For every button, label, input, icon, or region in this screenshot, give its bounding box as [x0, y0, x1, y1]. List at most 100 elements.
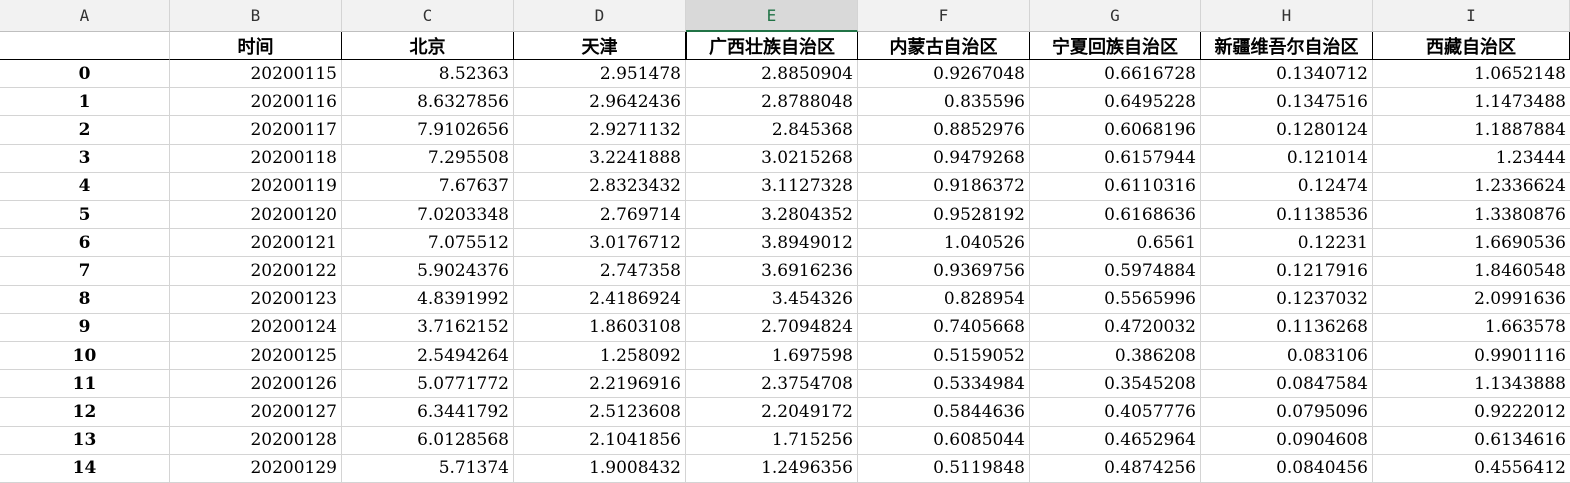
table-cell[interactable]: 5.71374: [342, 454, 514, 483]
table-cell[interactable]: 2.9271132: [514, 116, 686, 145]
table-cell[interactable]: 0.8852976: [858, 116, 1030, 145]
row-index-cell[interactable]: 13: [0, 426, 170, 455]
header-cell[interactable]: 时间: [170, 32, 342, 60]
column-header-a[interactable]: A: [0, 0, 170, 32]
table-cell[interactable]: 2.845368: [686, 116, 858, 145]
table-cell[interactable]: 7.0203348: [342, 201, 514, 230]
table-cell[interactable]: 0.0847584: [1201, 370, 1373, 399]
table-cell[interactable]: 20200122: [170, 257, 342, 286]
table-cell[interactable]: 3.6916236: [686, 257, 858, 286]
table-cell[interactable]: 0.828954: [858, 285, 1030, 314]
table-cell[interactable]: 0.4652964: [1030, 426, 1201, 455]
table-cell[interactable]: 0.835596: [858, 88, 1030, 117]
table-cell[interactable]: 0.6134616: [1373, 427, 1570, 455]
table-cell[interactable]: 1.8603108: [514, 313, 686, 342]
row-index-cell[interactable]: 6: [0, 229, 170, 258]
table-cell[interactable]: 6.0128568: [342, 426, 514, 455]
row-index-cell[interactable]: 2: [0, 116, 170, 145]
row-index-cell[interactable]: 7: [0, 257, 170, 286]
table-cell[interactable]: 0.9186372: [858, 172, 1030, 201]
table-cell[interactable]: 3.0176712: [514, 229, 686, 258]
row-index-cell[interactable]: 10: [0, 342, 170, 371]
table-cell[interactable]: 0.5974884: [1030, 257, 1201, 286]
column-header-g[interactable]: G: [1030, 0, 1201, 32]
table-cell[interactable]: 6.3441792: [342, 398, 514, 427]
table-cell[interactable]: 1.258092: [514, 342, 686, 371]
table-cell[interactable]: 0.9479268: [858, 144, 1030, 173]
table-cell[interactable]: 1.663578: [1373, 314, 1570, 342]
table-cell[interactable]: 0.1217916: [1201, 257, 1373, 286]
table-cell[interactable]: 2.2049172: [686, 398, 858, 427]
table-cell[interactable]: 0.4556412: [1373, 455, 1570, 483]
table-cell[interactable]: 1.715256: [686, 426, 858, 455]
table-cell[interactable]: 0.6085044: [858, 426, 1030, 455]
column-header-e[interactable]: E: [686, 0, 858, 32]
table-cell[interactable]: 3.8949012: [686, 229, 858, 258]
header-cell[interactable]: [0, 32, 170, 60]
table-cell[interactable]: 0.9267048: [858, 60, 1030, 89]
table-cell[interactable]: 0.1237032: [1201, 285, 1373, 314]
table-cell[interactable]: 2.951478: [514, 60, 686, 89]
table-cell[interactable]: 0.6157944: [1030, 144, 1201, 173]
table-cell[interactable]: 0.6068196: [1030, 116, 1201, 145]
table-cell[interactable]: 2.769714: [514, 201, 686, 230]
table-cell[interactable]: 2.8323432: [514, 172, 686, 201]
table-cell[interactable]: 1.6690536: [1373, 229, 1570, 258]
header-cell[interactable]: 天津: [514, 32, 686, 60]
table-cell[interactable]: 2.5123608: [514, 398, 686, 427]
row-index-cell[interactable]: 0: [0, 60, 170, 89]
table-cell[interactable]: 5.0771772: [342, 370, 514, 399]
table-cell[interactable]: 0.9901116: [1373, 342, 1570, 371]
table-cell[interactable]: 0.083106: [1201, 342, 1373, 371]
table-cell[interactable]: 1.8460548: [1373, 257, 1570, 286]
table-cell[interactable]: 0.0795096: [1201, 398, 1373, 427]
table-cell[interactable]: 3.2804352: [686, 201, 858, 230]
table-cell[interactable]: 2.8788048: [686, 88, 858, 117]
table-cell[interactable]: 0.9222012: [1373, 398, 1570, 427]
table-cell[interactable]: 0.4874256: [1030, 454, 1201, 483]
table-cell[interactable]: 1.9008432: [514, 454, 686, 483]
table-cell[interactable]: 2.9642436: [514, 88, 686, 117]
table-cell[interactable]: 0.9369756: [858, 257, 1030, 286]
table-cell[interactable]: 1.697598: [686, 342, 858, 371]
table-cell[interactable]: 0.5844636: [858, 398, 1030, 427]
column-header-i[interactable]: I: [1373, 0, 1570, 32]
table-cell[interactable]: 1.1473488: [1373, 88, 1570, 117]
table-cell[interactable]: 0.4720032: [1030, 313, 1201, 342]
table-cell[interactable]: 3.454326: [686, 285, 858, 314]
table-cell[interactable]: 2.7094824: [686, 313, 858, 342]
table-cell[interactable]: 0.1280124: [1201, 116, 1373, 145]
table-cell[interactable]: 5.9024376: [342, 257, 514, 286]
table-cell[interactable]: 20200116: [170, 88, 342, 117]
table-cell[interactable]: 1.23444: [1373, 145, 1570, 173]
table-cell[interactable]: 0.5565996: [1030, 285, 1201, 314]
row-index-cell[interactable]: 9: [0, 313, 170, 342]
table-cell[interactable]: 7.295508: [342, 144, 514, 173]
table-cell[interactable]: 0.6168636: [1030, 201, 1201, 230]
row-index-cell[interactable]: 1: [0, 88, 170, 117]
header-cell[interactable]: 新疆维吾尔自治区: [1201, 32, 1373, 60]
table-cell[interactable]: 20200121: [170, 229, 342, 258]
table-cell[interactable]: 7.67637: [342, 172, 514, 201]
table-cell[interactable]: 20200120: [170, 201, 342, 230]
table-cell[interactable]: 2.2196916: [514, 370, 686, 399]
table-cell[interactable]: 3.1127328: [686, 172, 858, 201]
row-index-cell[interactable]: 11: [0, 370, 170, 399]
table-cell[interactable]: 7.9102656: [342, 116, 514, 145]
header-cell[interactable]: 西藏自治区: [1373, 32, 1570, 60]
table-cell[interactable]: 2.0991636: [1373, 286, 1570, 314]
table-cell[interactable]: 0.5334984: [858, 370, 1030, 399]
header-cell[interactable]: 北京: [342, 32, 514, 60]
table-cell[interactable]: 0.5119848: [858, 454, 1030, 483]
column-header-f[interactable]: F: [858, 0, 1030, 32]
header-cell[interactable]: 宁夏回族自治区: [1030, 32, 1201, 60]
header-cell[interactable]: 内蒙古自治区: [858, 32, 1030, 60]
table-cell[interactable]: 0.386208: [1030, 342, 1201, 371]
table-cell[interactable]: 0.1136268: [1201, 313, 1373, 342]
table-cell[interactable]: 2.1041856: [514, 426, 686, 455]
table-cell[interactable]: 0.6110316: [1030, 172, 1201, 201]
column-header-b[interactable]: B: [170, 0, 342, 32]
table-cell[interactable]: 20200129: [170, 454, 342, 483]
table-cell[interactable]: 2.8850904: [686, 60, 858, 89]
table-cell[interactable]: 0.4057776: [1030, 398, 1201, 427]
